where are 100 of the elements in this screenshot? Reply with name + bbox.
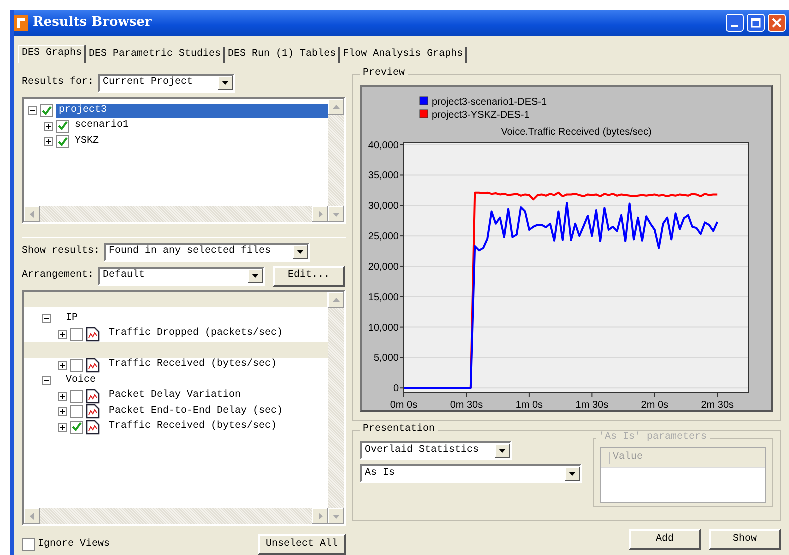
presentation-group-title: Presentation: [362, 425, 436, 435]
tree-item[interactable]: Traffic Received (bytes/sec): [106, 358, 280, 372]
parameters-group-title: 'As Is' parameters: [598, 433, 708, 443]
expand-icon[interactable]: [58, 360, 67, 370]
expand-icon[interactable]: [58, 330, 67, 339]
close-button[interactable]: [768, 14, 786, 32]
checkbox[interactable]: [70, 328, 83, 341]
maximize-icon: [751, 18, 761, 28]
vertical-scrollbar[interactable]: [328, 292, 344, 524]
horizontal-scrollbar[interactable]: [24, 206, 328, 222]
scroll-down-button[interactable]: [328, 206, 344, 222]
horizontal-scrollbar[interactable]: [24, 508, 328, 524]
expand-icon[interactable]: [58, 422, 67, 432]
tab[interactable]: DES Run (1) Tables: [225, 47, 340, 63]
caret-icon: [222, 81, 230, 85]
scroll-left-button[interactable]: [24, 508, 40, 524]
arrow-icon: [332, 512, 340, 520]
vertical-scrollbar[interactable]: [328, 99, 344, 222]
checkbox[interactable]: [70, 390, 83, 403]
chart-file-icon: [86, 388, 100, 404]
dropdown-button[interactable]: [248, 269, 264, 283]
caret-icon: [499, 448, 506, 452]
checkbox[interactable]: [56, 135, 69, 148]
tree-item[interactable]: project3: [56, 104, 328, 118]
tree-item[interactable]: Packet End-to-End Delay (sec): [106, 404, 286, 419]
checkbox[interactable]: [70, 358, 83, 372]
scroll-left-button[interactable]: [24, 206, 40, 222]
x-tick-label: 2m 30s: [701, 400, 734, 410]
mode-select[interactable]: Overlaid Statistics: [360, 441, 512, 460]
tree-item[interactable]: YSKZ: [72, 134, 102, 149]
scroll-right-button[interactable]: [312, 508, 328, 524]
legend-label: project3-scenario1-DES-1: [432, 97, 548, 108]
checkbox[interactable]: [40, 104, 53, 118]
expand-icon[interactable]: [58, 392, 67, 401]
chart-file-icon: [86, 404, 100, 420]
chart-title: Voice.Traffic Received (bytes/sec): [501, 127, 652, 138]
dropdown-button[interactable]: [293, 245, 308, 259]
app-icon: [14, 15, 28, 31]
scroll-down-button[interactable]: [328, 508, 344, 524]
scroll-right-button[interactable]: [312, 206, 328, 222]
checkbox[interactable]: [56, 120, 69, 133]
edit-button[interactable]: Edit...: [273, 266, 346, 286]
tree-item[interactable]: Traffic Dropped (packets/sec): [106, 327, 286, 342]
y-tick-label: 20,000: [368, 262, 399, 273]
x-tick-label: 0m 30s: [450, 400, 484, 410]
collapse-icon[interactable]: [42, 314, 51, 324]
arrow-icon: [316, 210, 324, 218]
minimize-icon: [730, 25, 738, 27]
show-results-select[interactable]: Found in any selected files: [104, 242, 310, 262]
checkbox[interactable]: [70, 420, 83, 434]
chart-file-icon: [86, 326, 100, 342]
scroll-up-button[interactable]: [328, 99, 344, 115]
x-tick-label: 1m 30s: [576, 400, 609, 410]
y-tick-label: 25,000: [368, 232, 399, 243]
arrow-icon: [28, 210, 36, 218]
dialog-button[interactable]: Show: [709, 529, 781, 550]
tree-item[interactable]: Packet Delay Variation: [106, 389, 244, 404]
tree-item[interactable]: scenario1: [72, 119, 132, 134]
column-header: Value: [609, 452, 644, 464]
y-tick-label: 30,000: [368, 201, 399, 212]
arrangement-label: Arrangement:: [22, 270, 94, 282]
expand-icon[interactable]: [44, 137, 53, 146]
window-title: Results Browser: [33, 15, 152, 31]
tab[interactable]: Flow Analysis Graphs: [340, 47, 468, 63]
tab[interactable]: DES Graphs: [18, 45, 86, 63]
preview-group-title: Preview: [362, 69, 406, 79]
tree-item[interactable]: Traffic Received (bytes/sec): [106, 420, 280, 434]
chart-file-icon: [86, 358, 100, 373]
ignore-views-label[interactable]: Ignore Views: [38, 538, 110, 550]
arrow-icon: [28, 512, 36, 520]
filter-select[interactable]: As Is: [360, 464, 582, 483]
checkbox[interactable]: [22, 538, 35, 551]
minimize-button[interactable]: [726, 14, 744, 32]
y-tick-label: 0: [393, 384, 399, 395]
y-tick-label: 15,000: [368, 292, 399, 304]
dropdown-button[interactable]: [495, 444, 510, 458]
maximize-button[interactable]: [747, 14, 765, 32]
close-icon: [772, 18, 782, 28]
y-tick-label: 35,000: [368, 170, 399, 182]
scroll-up-button[interactable]: [328, 292, 344, 308]
tree-item[interactable]: IP: [54, 312, 82, 326]
dropdown-button[interactable]: [565, 466, 580, 480]
collapse-icon[interactable]: [42, 376, 51, 386]
dropdown-button[interactable]: [218, 76, 234, 90]
caret-icon: [252, 274, 260, 278]
results-for-select[interactable]: Current Project: [98, 74, 236, 92]
expand-icon[interactable]: [44, 122, 53, 131]
collapse-icon[interactable]: [28, 106, 37, 116]
caret-icon: [297, 250, 304, 254]
tree-item[interactable]: Voice: [54, 374, 100, 388]
arrangement-select[interactable]: Default: [98, 266, 266, 286]
y-tick-label: 10,000: [368, 322, 399, 334]
dialog-button[interactable]: Add: [629, 529, 701, 550]
arrow-icon: [316, 512, 324, 520]
tab[interactable]: DES Parametric Studies: [86, 47, 226, 63]
unselect-all-button[interactable]: Unselect All: [258, 534, 346, 555]
results-for-label: Results for:: [22, 77, 94, 89]
expand-icon[interactable]: [58, 407, 67, 416]
checkbox[interactable]: [70, 405, 83, 418]
legend-label: project3-YSKZ-DES-1: [432, 110, 530, 121]
